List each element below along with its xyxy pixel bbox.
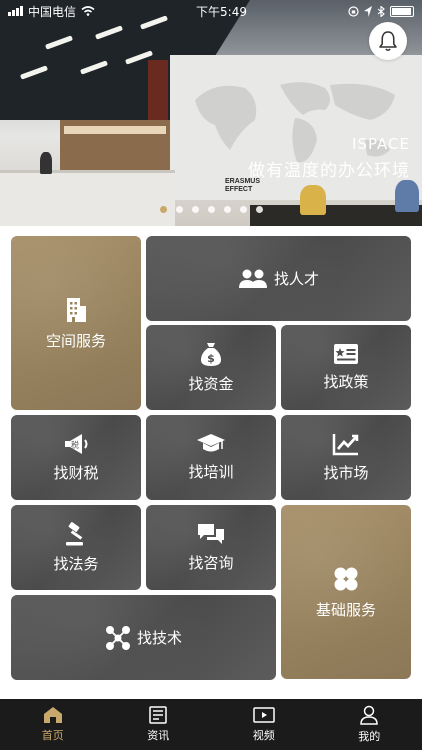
banner-title-cn: 做有温度的办公环境 [248,161,410,181]
bluetooth-icon [377,5,385,17]
tab-home[interactable]: 首页 [0,699,106,750]
wifi-icon [81,6,95,16]
pagination-dot[interactable] [223,206,231,213]
tile-label: 找资金 [188,375,234,393]
video-icon [253,707,275,723]
chat-bubbles-icon [197,524,224,544]
tile-find-tax[interactable]: 税 找财税 [11,415,141,500]
bell-icon [379,31,397,51]
banner-counter [0,170,175,226]
tile-basic-service[interactable]: 基础服务 [281,505,411,679]
home-icon [43,707,62,723]
banner-title-en: ISPACE [352,135,410,153]
tab-label: 视频 [252,729,275,742]
lock-rotation-icon [348,5,359,17]
carrier-label: 中国电信 [28,4,77,19]
tile-label: 找人才 [273,270,319,288]
tile-label: 找法务 [53,555,99,573]
tile-label: 基础服务 [315,600,376,619]
tab-video[interactable]: 视频 [211,699,317,750]
signal-icon [8,6,23,16]
location-icon [364,5,372,17]
clock: 下午5:49 [196,4,247,19]
tile-space-service[interactable]: 空间服务 [11,236,141,410]
building-icon [66,297,86,322]
svg-text:$: $ [207,352,215,365]
svg-text:税: 税 [71,440,79,450]
tile-label: 找培训 [188,463,234,481]
people-icon [238,269,267,288]
tile-find-market[interactable]: 找市场 [281,415,411,500]
tab-label: 首页 [41,729,64,742]
tab-news[interactable]: 资讯 [106,699,212,750]
service-grid: 空间服务 找人才 $ 找资金 找政策 税 找财税 找培训 找市场 找法务 找咨询… [0,226,422,699]
gavel-icon [65,522,83,546]
banner-pagination [0,206,422,213]
network-icon [105,625,130,650]
tile-find-funding[interactable]: $ 找资金 [146,325,276,410]
pagination-dot[interactable] [191,206,199,213]
notification-button[interactable] [369,22,407,60]
tab-label: 我的 [358,730,381,743]
tile-find-policy[interactable]: 找政策 [281,325,411,410]
money-bag-icon: $ [200,343,221,366]
tile-find-talent[interactable]: 找人才 [146,236,411,321]
tile-find-consult[interactable]: 找咨询 [146,505,276,590]
battery-icon [390,5,414,17]
tile-find-training[interactable]: 找培训 [146,415,276,500]
tile-find-legal[interactable]: 找法务 [11,505,141,590]
tile-label: 找咨询 [188,554,234,572]
tile-label: 找财税 [53,464,99,482]
app-screen: ERASMUS EFFECT ISPACE 做有温度的办公环境 中国电信 下午5… [0,0,422,750]
clover-icon [334,567,358,590]
profile-icon [360,705,379,725]
tile-label: 找技术 [136,629,182,647]
trend-chart-icon [332,434,359,456]
banner-caption: ISPACE 做有温度的办公环境 [248,135,410,181]
tax-megaphone-icon: 税 [64,434,88,454]
tab-profile[interactable]: 我的 [317,699,422,750]
pagination-dot[interactable] [207,206,215,213]
document-star-icon [333,344,358,364]
tab-label: 资讯 [147,729,170,742]
tab-bar: 首页 资讯 视频 我的 [0,699,422,750]
tile-find-technology[interactable]: 找技术 [11,595,276,680]
graduation-cap-icon [196,434,225,452]
pagination-dot[interactable] [239,206,247,213]
tile-label: 空间服务 [45,331,106,350]
pagination-dot[interactable] [255,206,263,213]
pagination-dot[interactable] [175,206,183,213]
pagination-dot[interactable] [159,206,167,213]
banner-person [40,152,52,174]
status-bar: 中国电信 下午5:49 [0,0,422,22]
news-icon [149,706,167,724]
hero-banner[interactable]: ERASMUS EFFECT ISPACE 做有温度的办公环境 [0,0,422,226]
tile-label: 找政策 [323,373,369,391]
tile-label: 找市场 [323,464,369,482]
